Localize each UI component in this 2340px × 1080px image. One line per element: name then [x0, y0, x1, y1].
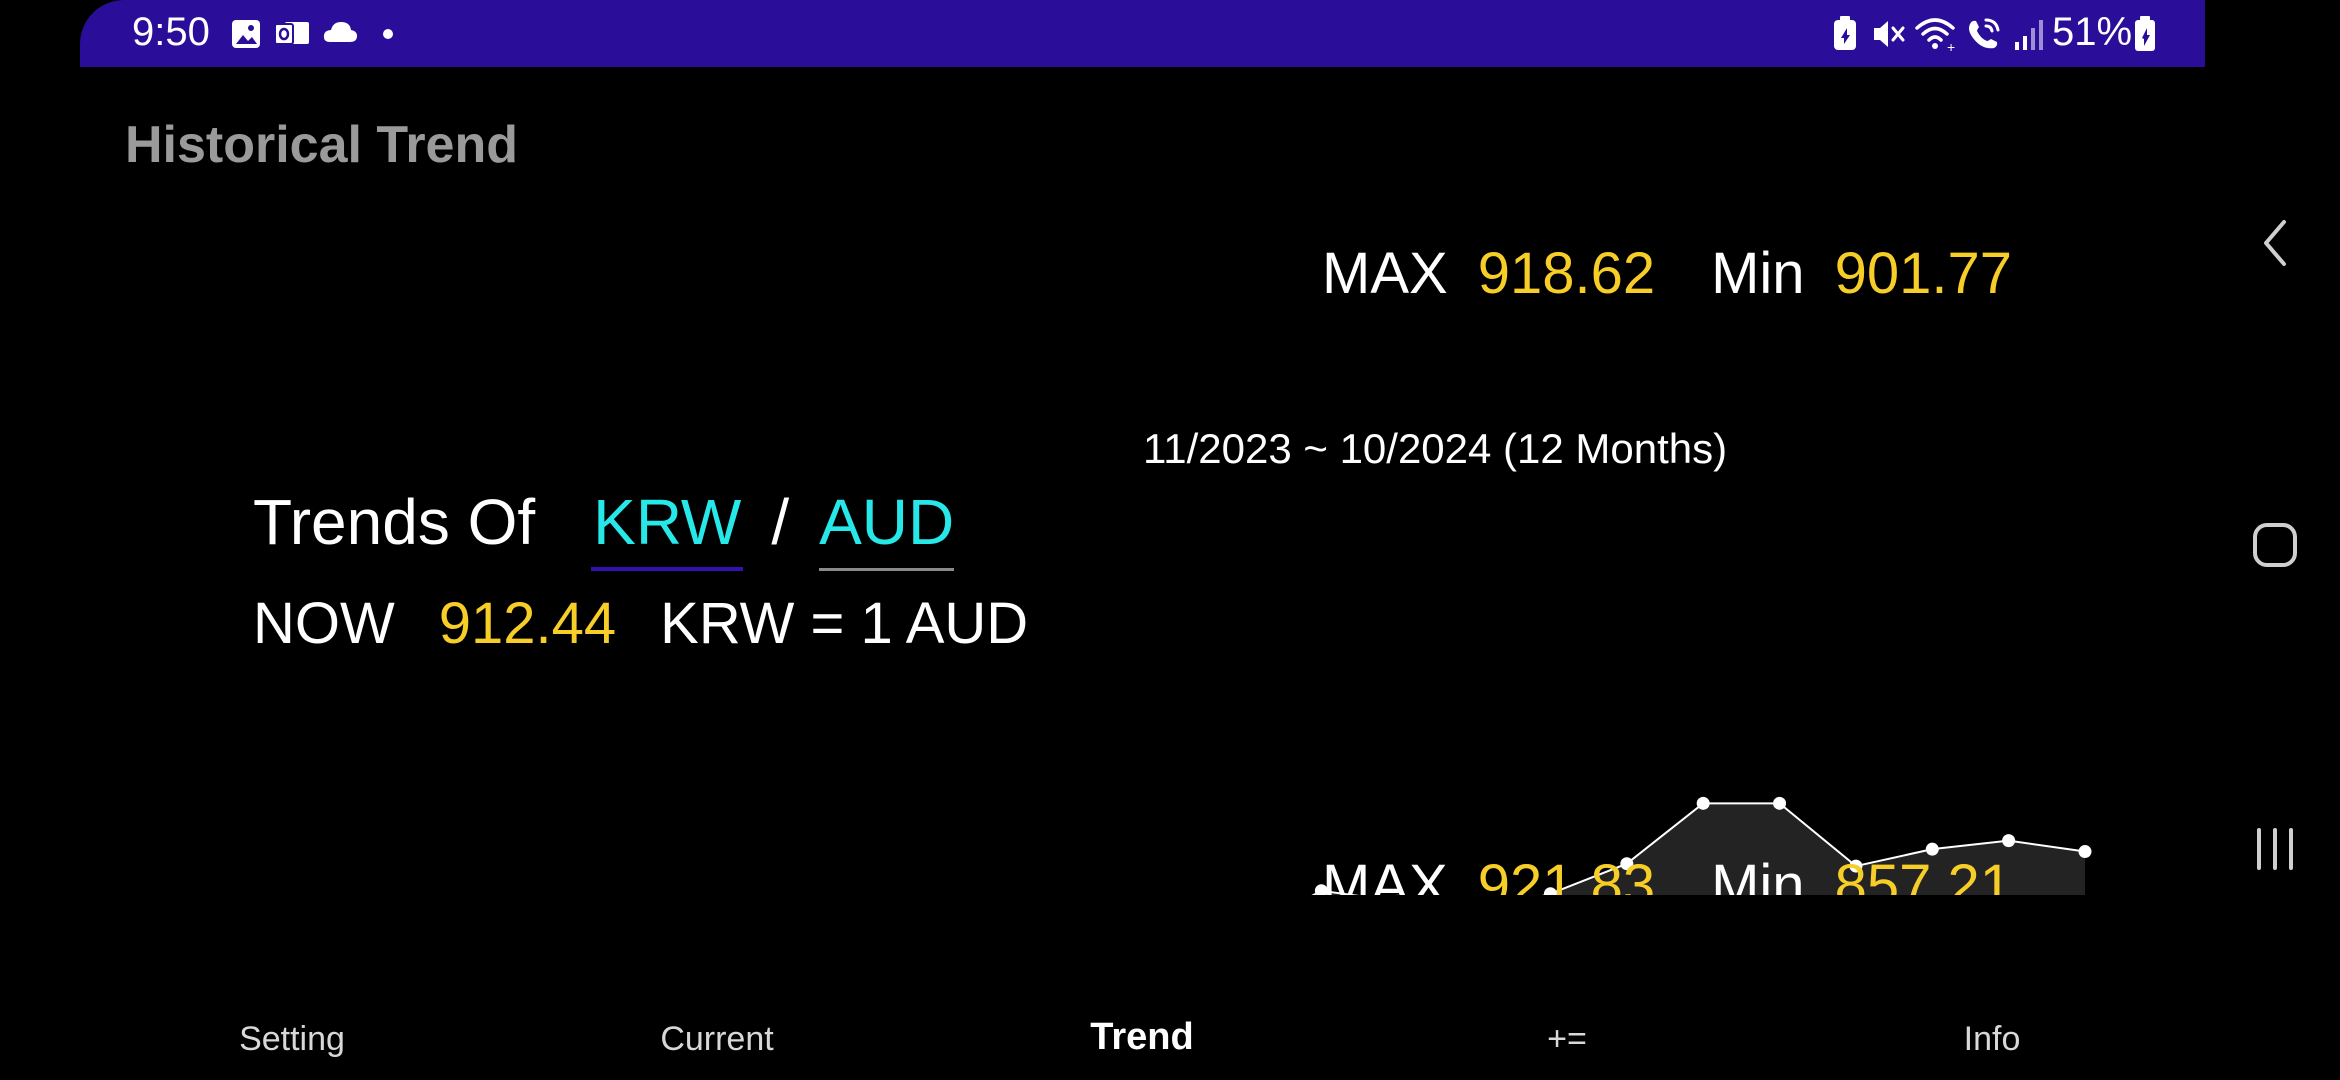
- back-icon[interactable]: [2260, 218, 2290, 268]
- status-bar: 9:50 + 51%: [80, 0, 2205, 67]
- period-min-value: 857.21: [1834, 853, 2012, 895]
- now-equation: KRW = 1 AUD: [660, 591, 1029, 656]
- chart-point: [1696, 796, 1710, 810]
- currency-pair-row: Trends Of KRW / AUD: [253, 485, 955, 571]
- outlook-icon: [274, 22, 309, 45]
- chart-range-label: 11/2023 ~ 10/2024 (12 Months): [1143, 425, 1728, 472]
- min-label: Min: [1711, 241, 1805, 306]
- trend-content[interactable]: MAX 918.62 Min 901.77 11/2023 ~ 10/2024 (12…: [0, 190, 2205, 895]
- from-currency-selector[interactable]: KRW: [591, 485, 744, 571]
- chart-point: [2002, 834, 2016, 848]
- home-icon[interactable]: [2252, 522, 2298, 568]
- chart-point: [2078, 845, 2092, 859]
- now-value: 912.44: [438, 591, 617, 656]
- recents-icon[interactable]: [2252, 826, 2298, 872]
- battery-saver-icon: [1834, 16, 1856, 50]
- pair-separator: /: [771, 486, 790, 558]
- svg-text:+: +: [1947, 39, 1955, 54]
- battery-percent: 51%: [2052, 10, 2133, 54]
- period-min-label: Min: [1711, 853, 1805, 895]
- tab-trend[interactable]: Trend: [1090, 1016, 1193, 1059]
- battery-icon: [2135, 16, 2155, 51]
- max-label: MAX: [1322, 241, 1448, 306]
- tab-setting[interactable]: Setting: [239, 1020, 345, 1059]
- now-label: NOW: [253, 591, 395, 656]
- dot-icon: [383, 29, 393, 39]
- period-max-label: MAX: [1322, 853, 1448, 895]
- signal-icon: [2015, 20, 2043, 50]
- status-time: 9:50: [132, 10, 210, 54]
- cloud-icon: [323, 22, 357, 42]
- max-value: 918.62: [1477, 241, 1656, 306]
- system-nav-bar: [2205, 0, 2340, 1080]
- now-rate-row: NOW 912.44 KRW = 1 AUD: [253, 590, 1028, 657]
- bottom-navigation: Setting Current Trend += Info: [0, 990, 2205, 1080]
- image-icon: [232, 20, 260, 48]
- tab-calculator[interactable]: +=: [1547, 1020, 1587, 1059]
- min-value: 901.77: [1834, 241, 2012, 306]
- wifi-calling-icon: [1969, 18, 2000, 49]
- trends-label: Trends Of: [253, 486, 536, 558]
- period-stats: MAX 921.83 Min 857.21: [1322, 852, 2012, 895]
- period-max-value: 921.83: [1477, 853, 1656, 895]
- page-title: Historical Trend: [125, 116, 518, 174]
- wifi-call-icon: +: [1915, 18, 1955, 54]
- chart-point: [1773, 796, 1787, 810]
- tab-info[interactable]: Info: [1964, 1020, 2021, 1059]
- mute-icon: [1874, 21, 1905, 47]
- to-currency-selector[interactable]: AUD: [819, 485, 955, 571]
- current-stats: MAX 918.62 Min 901.77: [1322, 240, 2012, 307]
- tab-current[interactable]: Current: [660, 1020, 773, 1059]
